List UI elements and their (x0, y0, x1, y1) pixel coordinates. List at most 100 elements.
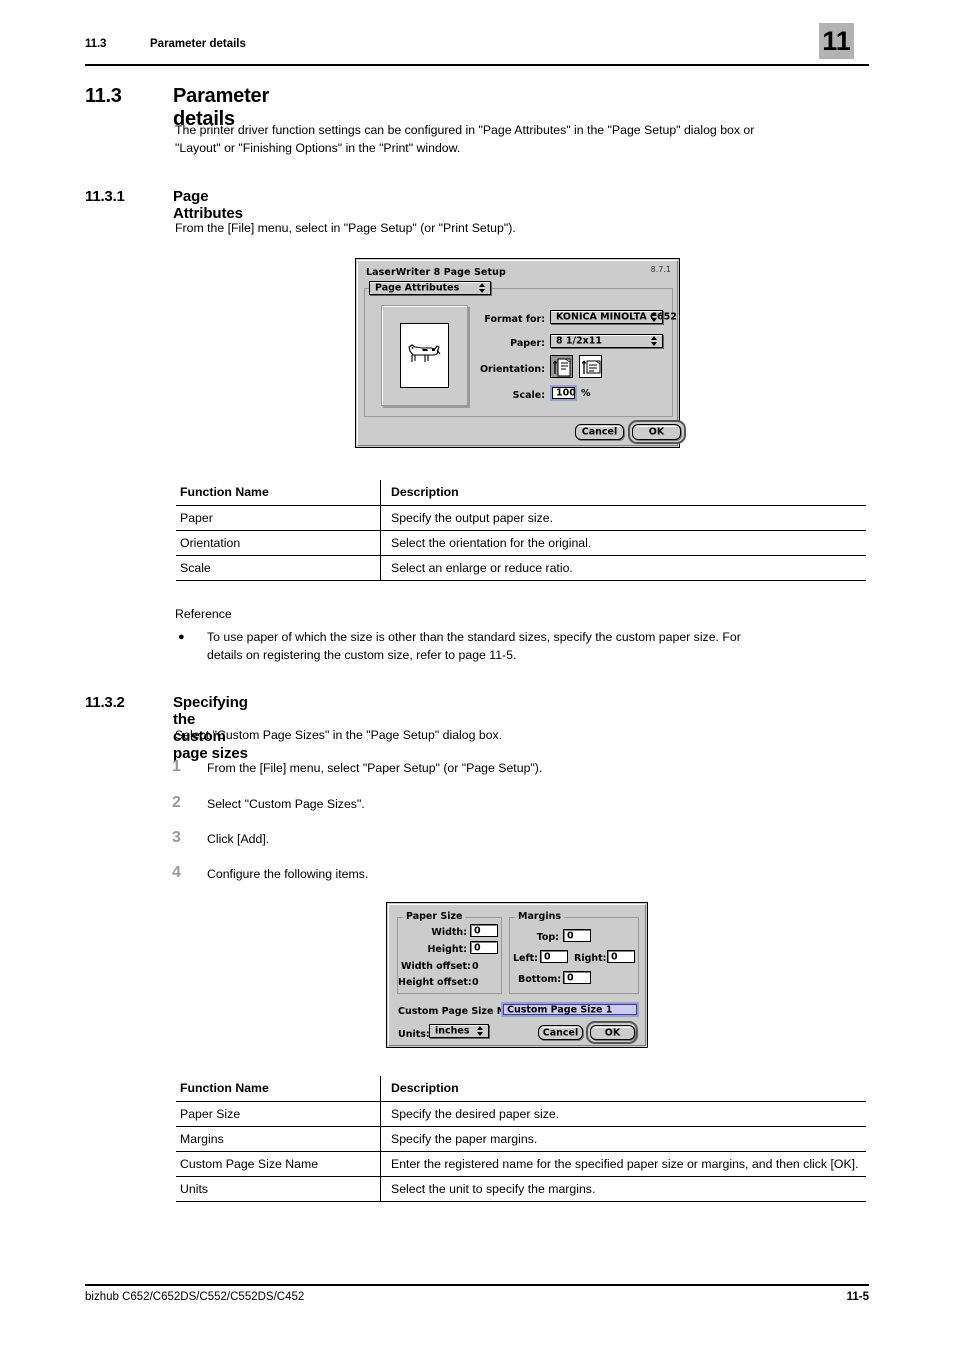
orientation-label: Orientation: (479, 364, 545, 375)
margin-top-label: Top: (536, 932, 559, 943)
units-label: Units: (398, 1029, 430, 1040)
custom-page-size-name-value: Custom Page Size 1 (507, 1004, 613, 1015)
table-row: Custom Page Size Name Enter the register… (176, 1151, 866, 1177)
table-header-description: Description (380, 1076, 866, 1102)
table-header-description: Description (380, 480, 866, 506)
page-preview-sheet (400, 323, 449, 388)
margin-right-input[interactable]: 0 (607, 950, 635, 963)
table-header-function-name: Function Name (176, 1076, 381, 1102)
ok-button-label: OK (604, 1027, 621, 1038)
table-cell-function-name: Scale (176, 555, 381, 581)
custom-page-size-dialog: Paper Size Width: 0 Height: 0 Width offs… (386, 902, 648, 1048)
page-preview-well (381, 305, 468, 406)
table-cell-description: Select the orientation for the original. (380, 530, 866, 556)
format-for-popup-menu[interactable]: KONICA MINOLTA C652 (550, 310, 677, 324)
scale-input[interactable]: 100 (550, 385, 577, 401)
bullet-marker-icon: ● (178, 631, 185, 643)
ok-button[interactable]: OK (590, 1025, 635, 1040)
margin-left-input[interactable]: 0 (540, 950, 568, 963)
intro-paragraph-line-1: The printer driver function settings can… (175, 123, 755, 137)
scale-value: 100 (556, 387, 576, 399)
table-cell-function-name: Paper (176, 505, 381, 531)
height-input[interactable]: 0 (470, 941, 498, 954)
chevron-updown-icon (478, 282, 487, 294)
margins-group-title: Margins (515, 911, 565, 922)
table-cell-description: Select an enlarge or reduce ratio. (380, 555, 866, 581)
custom-page-size-name-input[interactable]: Custom Page Size 1 (501, 1002, 639, 1017)
heading-11-3-2-number: 11.3.2 (85, 694, 125, 711)
width-value: 0 (474, 925, 481, 936)
height-offset-value: 0 (472, 977, 479, 988)
header-rule (85, 64, 869, 66)
table-cell-function-name: Orientation (176, 530, 381, 556)
portrait-orientation-icon[interactable] (550, 355, 573, 378)
margin-right-value: 0 (611, 951, 618, 962)
chevron-updown-icon (650, 311, 659, 323)
dialog-title: LaserWriter 8 Page Setup (366, 267, 506, 278)
margin-right-label: Right: (574, 953, 607, 964)
paper-label: Paper: (510, 338, 545, 349)
landscape-orientation-icon[interactable] (579, 355, 602, 378)
heading-11-3-1-title: Page Attributes (173, 188, 243, 222)
step-text-4: Configure the following items. (207, 867, 369, 881)
table-row: Units Select the unit to specify the mar… (176, 1176, 866, 1202)
step-text-2: Select "Custom Page Sizes". (207, 797, 365, 811)
table-row: Scale Select an enlarge or reduce ratio. (176, 555, 866, 581)
chevron-updown-icon (650, 335, 659, 347)
footer-page-number: 11-5 (846, 1291, 869, 1303)
table-row: Orientation Select the orientation for t… (176, 530, 866, 556)
reference-bullet-line-2: details on registering the custom size, … (207, 648, 517, 662)
margin-bottom-label: Bottom: (518, 974, 562, 985)
margin-left-label: Left: (513, 953, 538, 964)
step-number-3: 3 (172, 829, 181, 846)
custom-page-sizes-intro: Select "Custom Page Sizes" in the "Page … (175, 728, 503, 742)
width-offset-label: Width offset: (401, 961, 471, 972)
footer-rule (85, 1284, 869, 1286)
table-cell-description: Specify the paper margins. (380, 1126, 866, 1152)
step-text-3: Click [Add]. (207, 832, 270, 846)
step-number-1: 1 (172, 758, 181, 775)
margin-top-value: 0 (567, 930, 574, 941)
scale-label: Scale: (512, 390, 545, 401)
laserwriter-page-setup-dialog: LaserWriter 8 Page Setup 8.7.1 Page Attr… (355, 258, 686, 448)
table-cell-description: Specify the output paper size. (380, 505, 866, 531)
table-cell-function-name: Paper Size (176, 1101, 381, 1127)
ok-button[interactable]: OK (632, 424, 681, 440)
intro-paragraph-line-2: "Layout" or "Finishing Options" in the "… (175, 141, 461, 155)
table-row: Margins Specify the paper margins. (176, 1126, 866, 1152)
table-cell-function-name: Margins (176, 1126, 381, 1152)
table-cell-description: Specify the desired paper size. (380, 1101, 866, 1127)
paper-size-group-title: Paper Size (403, 911, 466, 922)
width-offset-value: 0 (472, 961, 479, 972)
dog-preview-icon (408, 344, 441, 362)
units-popup-menu[interactable]: inches (429, 1024, 489, 1038)
width-label: Width: (431, 927, 467, 938)
table-cell-description: Enter the registered name for the specif… (380, 1151, 866, 1177)
margin-top-input[interactable]: 0 (563, 929, 591, 942)
table-cell-description: Select the unit to specify the margins. (380, 1176, 866, 1202)
function-table-custom-page-size: Function Name Description Paper Size Spe… (176, 1076, 866, 1202)
ok-button-label: OK (648, 426, 665, 438)
running-header-section-number: 11.3 (85, 38, 107, 50)
table-header-row: Function Name Description (176, 480, 866, 506)
margin-bottom-input[interactable]: 0 (563, 971, 591, 984)
function-table-page-attributes: Function Name Description Paper Specify … (176, 480, 866, 581)
cancel-button[interactable]: Cancel (538, 1025, 583, 1040)
height-offset-label: Height offset: (398, 977, 472, 988)
running-header-section-title: Parameter details (150, 38, 246, 50)
paper-popup-menu[interactable]: 8 1/2x11 (550, 334, 663, 348)
step-number-4: 4 (172, 864, 181, 881)
reference-label: Reference (175, 607, 232, 621)
margin-left-value: 0 (544, 951, 551, 962)
cancel-button-label: Cancel (581, 426, 618, 438)
panel-popup-label: Page Attributes (375, 282, 460, 294)
page-attributes-intro: From the [File] menu, select in "Page Se… (175, 221, 516, 235)
scale-unit-label: % (581, 388, 591, 399)
table-row: Paper Size Specify the desired paper siz… (176, 1101, 866, 1127)
heading-11-3-1-number: 11.3.1 (85, 188, 125, 205)
margin-bottom-value: 0 (567, 972, 574, 983)
reference-bullet-line-1: To use paper of which the size is other … (207, 630, 741, 644)
width-input[interactable]: 0 (470, 924, 498, 937)
cancel-button[interactable]: Cancel (575, 424, 624, 440)
panel-popup-menu[interactable]: Page Attributes (369, 281, 491, 295)
